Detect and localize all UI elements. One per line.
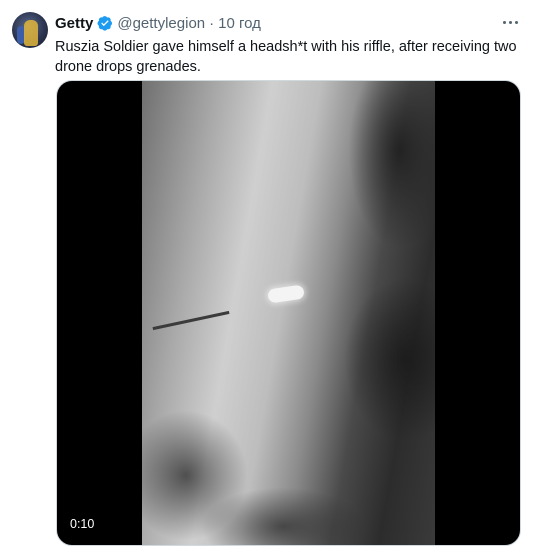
author-handle[interactable]: @gettylegion bbox=[117, 15, 205, 32]
video-player[interactable]: 0:10 bbox=[56, 80, 521, 546]
frame-subject bbox=[267, 284, 305, 304]
avatar-figure-yellow bbox=[24, 20, 38, 46]
avatar[interactable] bbox=[12, 12, 48, 48]
verified-badge-icon bbox=[97, 16, 113, 31]
tweet-card: Getty @gettylegion · 10 год Ruszia Soldi… bbox=[0, 0, 533, 548]
frame-detail bbox=[152, 310, 230, 331]
video-timestamp: 0:10 bbox=[70, 517, 95, 531]
separator-dot: · bbox=[209, 14, 215, 32]
video-frame bbox=[142, 81, 435, 545]
tweet-header: Getty @gettylegion · 10 год bbox=[55, 13, 261, 33]
tweet-time[interactable]: 10 год bbox=[218, 15, 261, 32]
more-options-icon[interactable] bbox=[499, 12, 521, 32]
tweet-text: Ruszia Soldier gave himself a headsh*t w… bbox=[55, 39, 517, 75]
author-name[interactable]: Getty bbox=[55, 15, 93, 32]
